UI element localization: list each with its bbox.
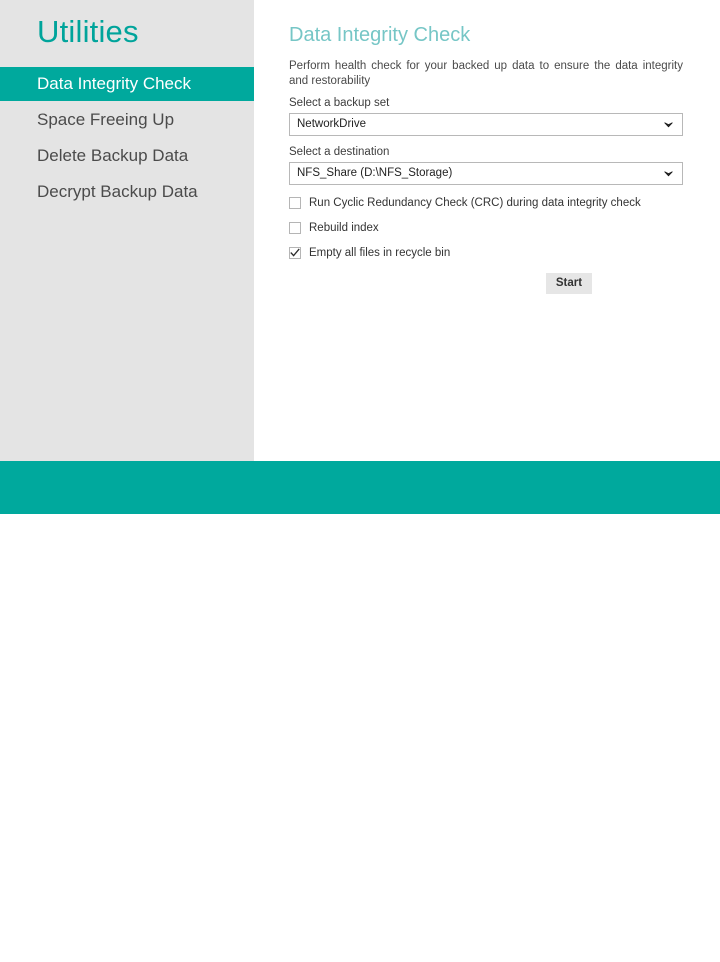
crc-check-row[interactable]: Run Cyclic Redundancy Check (CRC) during… [289, 195, 641, 211]
crc-checkbox[interactable] [289, 197, 301, 209]
sidebar-item-data-integrity-check[interactable]: Data Integrity Check [0, 67, 254, 101]
content-heading: Data Integrity Check [289, 22, 470, 48]
content-description: Perform health check for your backed up … [289, 59, 683, 89]
sidebar-item-label: Space Freeing Up [37, 110, 174, 129]
sidebar-nav: Data Integrity Check Space Freeing Up De… [0, 67, 254, 211]
footer-bar: Close Help [0, 461, 720, 514]
rebuild-index-check-row[interactable]: Rebuild index [289, 220, 379, 236]
sidebar-item-label: Delete Backup Data [37, 146, 188, 165]
destination-value: NFS_Share (D:\NFS_Storage) [297, 167, 452, 179]
sidebar: Utilities Data Integrity Check Space Fre… [0, 0, 254, 461]
sidebar-item-space-freeing-up[interactable]: Space Freeing Up [0, 103, 254, 137]
sidebar-item-decrypt-backup-data[interactable]: Decrypt Backup Data [0, 175, 254, 209]
empty-recycle-bin-checkbox[interactable] [289, 247, 301, 259]
crc-checkbox-label: Run Cyclic Redundancy Check (CRC) during… [309, 196, 641, 210]
page-title: Utilities [37, 12, 139, 52]
help-button[interactable]: Help [657, 937, 708, 962]
backup-set-label: Select a backup set [289, 96, 389, 110]
chevron-down-icon [663, 114, 674, 135]
backup-set-select[interactable]: NetworkDrive [289, 113, 683, 136]
destination-label: Select a destination [289, 145, 389, 159]
chevron-down-icon [663, 163, 674, 184]
sidebar-item-delete-backup-data[interactable]: Delete Backup Data [0, 139, 254, 173]
utilities-dialog: Utilities Data Integrity Check Space Fre… [0, 0, 720, 514]
empty-recycle-bin-checkbox-label: Empty all files in recycle bin [309, 246, 450, 260]
sidebar-item-label: Data Integrity Check [37, 74, 191, 93]
close-button[interactable]: Close [600, 937, 653, 962]
sidebar-item-label: Decrypt Backup Data [37, 182, 198, 201]
rebuild-index-checkbox[interactable] [289, 222, 301, 234]
start-button[interactable]: Start [546, 273, 592, 294]
rebuild-index-checkbox-label: Rebuild index [309, 221, 379, 235]
content-panel: Data Integrity Check Perform health chec… [254, 0, 720, 461]
backup-set-value: NetworkDrive [297, 118, 366, 130]
empty-recycle-bin-check-row[interactable]: Empty all files in recycle bin [289, 245, 450, 261]
destination-select[interactable]: NFS_Share (D:\NFS_Storage) [289, 162, 683, 185]
checkmark-icon [290, 248, 300, 258]
